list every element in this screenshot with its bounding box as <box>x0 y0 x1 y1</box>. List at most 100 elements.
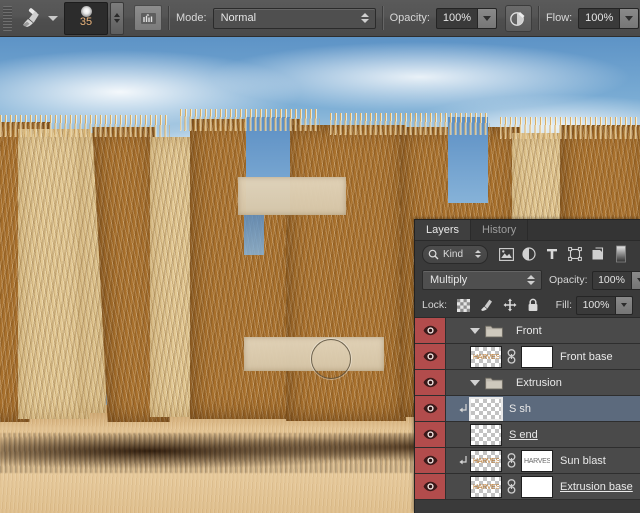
layer-visibility-toggle[interactable] <box>415 474 446 499</box>
lock-position-icon[interactable] <box>500 296 519 314</box>
blend-opacity-row: Multiply Opacity: 100% <box>415 267 640 293</box>
layer-row-body[interactable]: HARVEST HARVEST Sun blast <box>446 448 640 473</box>
layer-name[interactable]: Front <box>516 325 542 337</box>
layer-mask-link-icon[interactable] <box>505 478 518 496</box>
tool-preset-chevron-down-icon[interactable] <box>48 15 58 21</box>
straw-fringe <box>500 117 640 139</box>
tool-preset-picker[interactable] <box>14 5 48 32</box>
layer-thumbnail[interactable] <box>469 396 503 421</box>
options-bar-grip[interactable] <box>3 5 12 31</box>
tab-history[interactable]: History <box>471 220 529 240</box>
flow-chevron-down-icon[interactable] <box>620 7 640 29</box>
layer-name[interactable]: S end <box>509 429 538 441</box>
layer-row-body[interactable]: S sh <box>446 396 640 421</box>
flow-input[interactable]: 100% <box>578 7 621 29</box>
tab-layers[interactable]: Layers <box>415 220 472 240</box>
layer-row-body[interactable]: S end <box>446 422 640 447</box>
layer-row[interactable]: Front <box>415 318 640 344</box>
layer-thumbnail[interactable]: HARVEST <box>470 449 502 472</box>
layer-row[interactable]: S end <box>415 422 640 448</box>
opacity-input[interactable]: 100% <box>435 7 478 29</box>
filter-toggle-icon[interactable] <box>611 244 631 264</box>
layer-mask-label: HARVEST <box>524 457 550 465</box>
layer-filter-kind-select[interactable]: Kind <box>422 244 488 264</box>
brush-size-value: 35 <box>79 15 93 28</box>
layer-mask-thumbnail[interactable] <box>521 345 553 368</box>
lock-all-icon[interactable] <box>523 296 542 314</box>
brush-size-stepper[interactable] <box>110 1 124 35</box>
clipping-mask-arrow-icon <box>457 400 468 418</box>
layer-visibility-toggle[interactable] <box>415 318 446 343</box>
lock-transparent-pixels-icon[interactable] <box>454 296 473 314</box>
layer-mask-link-icon[interactable] <box>505 348 518 366</box>
layer-mask-link-icon[interactable] <box>505 452 518 470</box>
filter-type-icon[interactable] <box>542 244 562 264</box>
layer-blend-spinner-arrows-icon <box>524 275 538 285</box>
layer-visibility-toggle[interactable] <box>415 344 446 369</box>
layer-row-body[interactable]: Front <box>446 318 640 343</box>
straw-fringe <box>180 109 320 131</box>
group-disclosure-triangle-icon[interactable] <box>470 327 480 334</box>
straw-fringe <box>330 113 490 135</box>
layer-name[interactable]: Sun blast <box>560 455 606 467</box>
layer-blend-mode-select[interactable]: Multiply <box>422 270 542 290</box>
filter-pixel-icon[interactable] <box>496 244 516 264</box>
layer-row-body[interactable]: Extrusion <box>446 370 640 395</box>
opacity-label: Opacity: <box>389 12 430 24</box>
blend-mode-spinner-arrows-icon <box>358 13 372 23</box>
filter-adjustment-icon[interactable] <box>519 244 539 264</box>
layer-mask-thumbnail[interactable] <box>521 475 553 498</box>
layer-row[interactable]: Extrusion <box>415 370 640 396</box>
flow-label: Flow: <box>545 12 573 24</box>
letter-glyph <box>286 125 406 421</box>
filter-smartobject-icon[interactable] <box>588 244 608 264</box>
layer-row[interactable]: HARVEST HARVEST Sun blast <box>415 448 640 474</box>
fill-label: Fill: <box>555 299 572 311</box>
fill-chevron-down-icon[interactable] <box>616 295 633 315</box>
layer-opacity-chevron-down-icon[interactable] <box>631 270 640 290</box>
layer-mask-thumbnail[interactable]: HARVEST <box>521 449 553 472</box>
layer-row[interactable]: HARVEST Front base <box>415 344 640 370</box>
folder-icon <box>485 376 503 390</box>
layer-thumbnail[interactable]: HARVEST <box>470 475 502 498</box>
layer-thumbnail[interactable] <box>470 423 502 446</box>
layer-blend-mode-value: Multiply <box>430 274 468 286</box>
opacity-pressure-button[interactable] <box>504 4 532 32</box>
layer-name[interactable]: Extrusion base <box>560 481 633 493</box>
layer-row[interactable]: S sh <box>415 396 640 422</box>
folder-icon <box>485 325 503 337</box>
layer-visibility-toggle[interactable] <box>415 370 446 395</box>
magnifier-icon <box>428 249 439 259</box>
layer-visibility-toggle[interactable] <box>415 448 446 473</box>
group-disclosure-triangle-icon[interactable] <box>470 379 480 386</box>
brush-panel-icon <box>140 12 156 24</box>
filter-shape-icon[interactable] <box>565 244 585 264</box>
options-separator-3 <box>537 6 540 30</box>
lock-fill-row: Lock: Fill: 100% <box>415 293 640 318</box>
link-icon <box>507 479 516 494</box>
layer-opacity-input[interactable]: 100% <box>591 270 632 290</box>
lock-label: Lock: <box>422 299 448 311</box>
layer-row-body[interactable]: HARVEST Front base <box>446 344 640 369</box>
lock-image-pixels-icon[interactable] <box>477 296 496 314</box>
eye-icon <box>423 403 437 414</box>
layer-name[interactable]: Front base <box>560 351 613 363</box>
blend-mode-select[interactable]: Normal <box>212 7 376 29</box>
layer-name[interactable]: S sh <box>509 403 531 415</box>
layer-name[interactable]: Extrusion <box>516 377 562 389</box>
folder-icon <box>485 324 503 338</box>
eye-icon <box>423 455 437 466</box>
layer-visibility-toggle[interactable] <box>415 422 446 447</box>
eye-icon <box>423 481 437 492</box>
layer-visibility-toggle[interactable] <box>415 396 446 421</box>
brush-panel-toggle-button[interactable] <box>134 5 162 31</box>
layer-row-body[interactable]: HARVEST Extrusion base <box>446 474 640 499</box>
opacity-chevron-down-icon[interactable] <box>477 7 497 29</box>
fill-input[interactable]: 100% <box>576 295 616 315</box>
layer-thumbnail[interactable]: HARVEST <box>470 345 502 368</box>
layer-row[interactable]: HARVEST Extrusion base <box>415 474 640 500</box>
brush-preset-picker[interactable]: 35 <box>64 1 108 35</box>
straw-fringe <box>0 115 170 137</box>
panel-tab-bar: Layers History <box>415 220 640 241</box>
layer-list[interactable]: Front HARVEST Front base Extrusion S sh S end… <box>415 318 640 513</box>
